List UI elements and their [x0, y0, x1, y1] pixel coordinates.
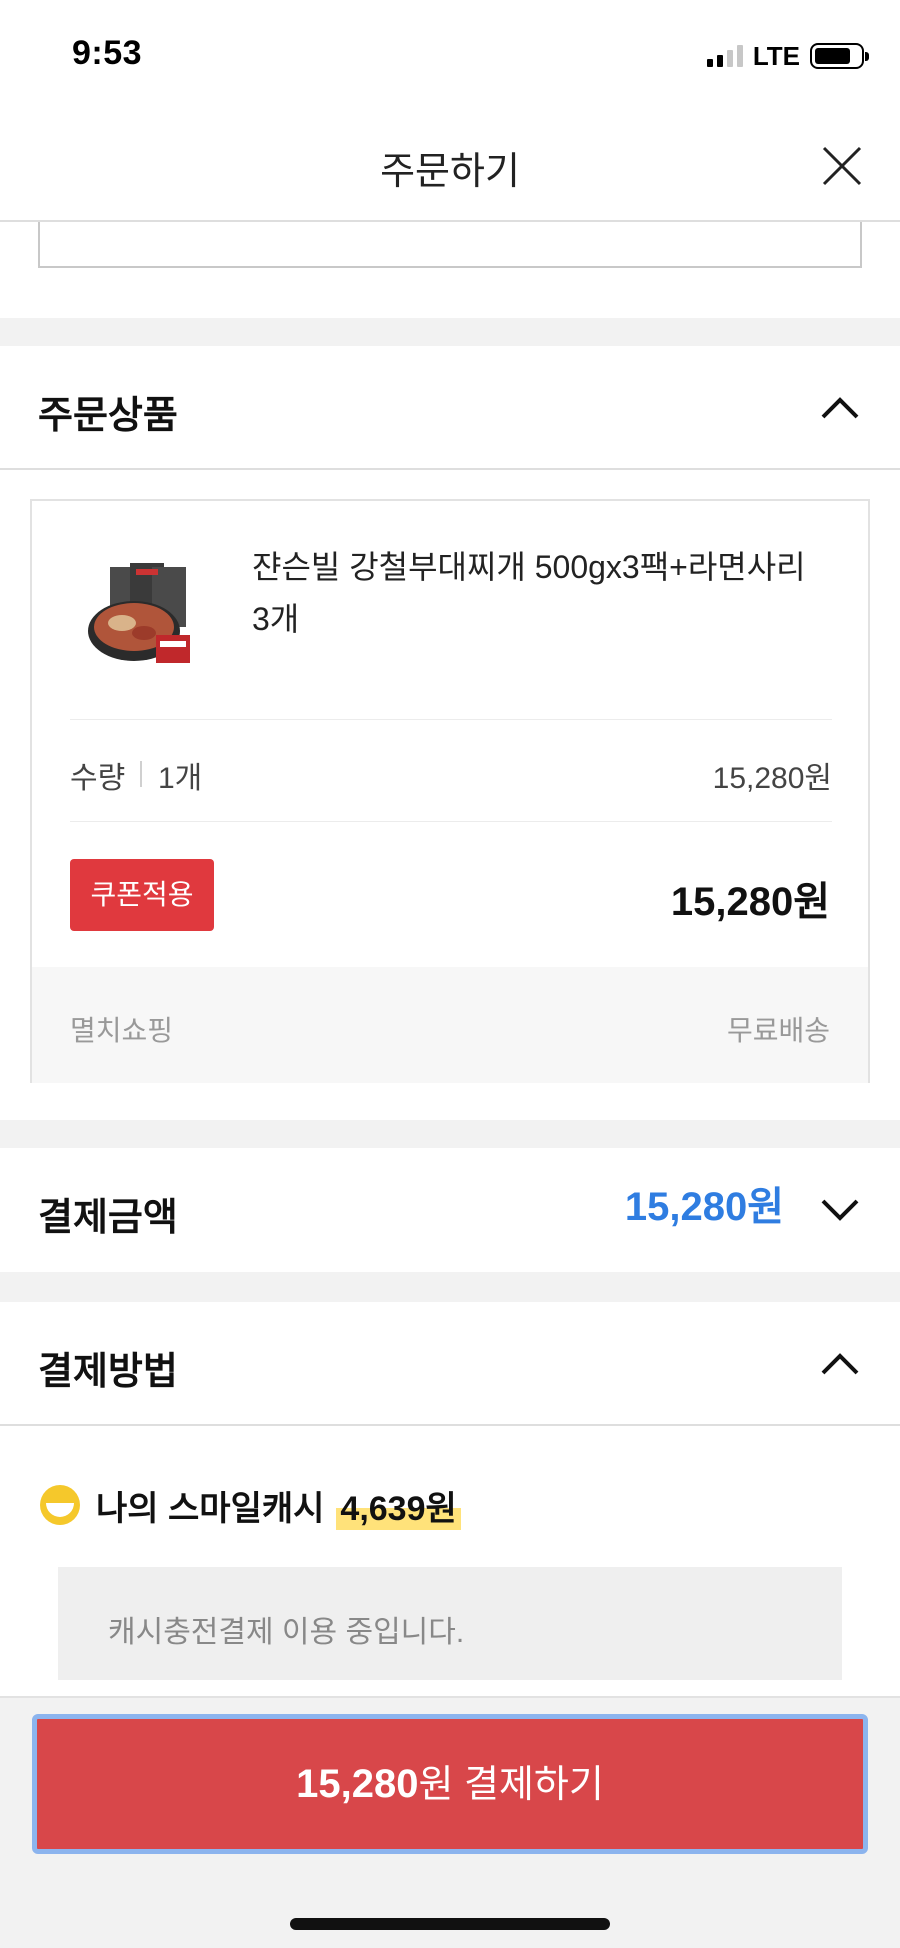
payment-amount-value: 15,280원 — [624, 1185, 784, 1229]
shop-name: 멸치쇼핑 — [70, 1015, 174, 1046]
home-indicator[interactable] — [290, 1918, 610, 1930]
product-card: 쟌슨빌 강철부대찌개 500gx3팩+라면사리 3개 수량 1개 15,280원… — [30, 499, 870, 1083]
battery-icon — [810, 43, 869, 69]
bottom-bar: 15,280원 결제하기 — [0, 1696, 900, 1948]
divider — [70, 821, 832, 822]
page-title: 주문하기 — [380, 151, 520, 193]
payment-amount-header[interactable]: 결제금액 15,280원 — [0, 1148, 900, 1272]
close-icon[interactable] — [820, 144, 864, 188]
section-divider — [0, 1120, 900, 1148]
divider — [70, 719, 832, 720]
order-items-title: 주문상품 — [38, 395, 178, 437]
payment-notice: 캐시충전결제 이용 중입니다. — [58, 1567, 842, 1680]
status-time: 9:53 — [72, 34, 143, 72]
signal-icon — [706, 45, 743, 67]
unit-price: 15,280원 — [712, 762, 832, 795]
smile-cash-label: 나의 스마일캐시 — [96, 1489, 325, 1528]
separator — [140, 761, 142, 787]
shop-row: 멸치쇼핑 무료배송 — [32, 967, 868, 1083]
payment-method-title: 결제방법 — [38, 1351, 178, 1393]
payment-method-header[interactable]: 결제방법 — [0, 1302, 900, 1426]
chevron-down-icon[interactable] — [820, 1198, 860, 1222]
pay-button-label: 원 결제하기 — [418, 1764, 604, 1806]
payment-amount-title: 결제금액 — [38, 1197, 178, 1239]
shipping-info: 무료배송 — [726, 1015, 830, 1046]
smile-cash-row: 나의 스마일캐시 4,639원 — [38, 1480, 461, 1530]
network-label: LTE — [752, 40, 800, 71]
item-total: 15,280원 — [670, 880, 830, 924]
header: 주문하기 — [0, 110, 900, 222]
product-thumbnail[interactable] — [82, 561, 202, 671]
pay-button[interactable]: 15,280원 결제하기 — [32, 1714, 868, 1854]
payment-notice-text: 캐시충전결제 이용 중입니다. — [108, 1616, 465, 1649]
section-divider — [0, 318, 900, 346]
smile-cash-icon — [40, 1485, 80, 1525]
status-bar: 9:53 LTE — [0, 0, 900, 110]
chevron-up-icon[interactable] — [820, 1352, 860, 1376]
coupon-apply-button[interactable]: 쿠폰적용 — [70, 859, 214, 931]
smile-cash-amount: 4,639원 — [336, 1480, 461, 1530]
chevron-up-icon[interactable] — [820, 396, 860, 420]
quantity-label: 수량 — [70, 762, 126, 795]
order-items-header[interactable]: 주문상품 — [0, 346, 900, 470]
quantity-row: 수량 1개 15,280원 — [70, 753, 832, 795]
status-indicators: LTE — [706, 40, 869, 72]
product-name[interactable]: 쟌슨빌 강철부대찌개 500gx3팩+라면사리 3개 — [252, 541, 832, 645]
section-divider — [0, 1272, 900, 1302]
pay-button-amount: 15,280 — [296, 1762, 419, 1806]
quantity-value: 1개 — [158, 762, 203, 795]
